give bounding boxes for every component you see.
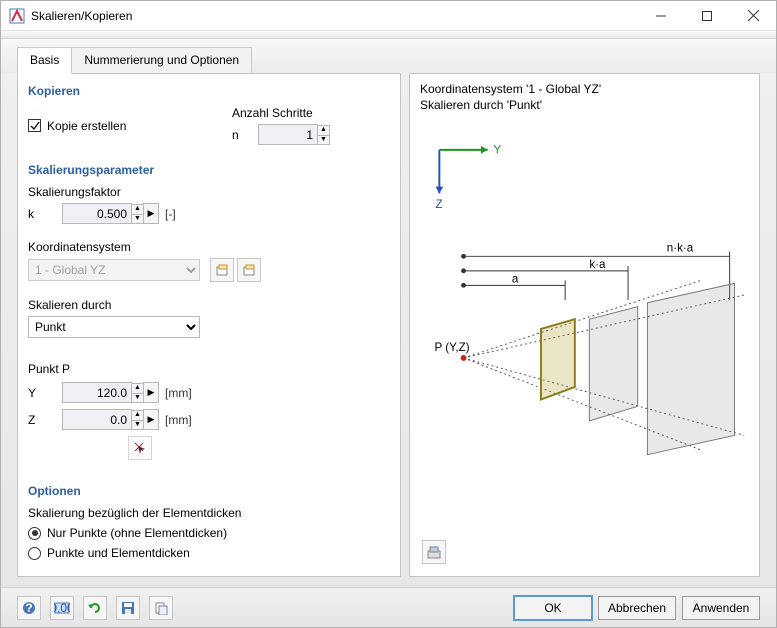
checkbox-label: Kopie erstellen [47,119,126,133]
radio-dot-icon [28,527,41,540]
svg-text:n·k·a: n·k·a [667,242,694,255]
y-unit: [mm] [165,386,192,400]
footer: ? 0,00 OK Abbrechen Anwenden [1,587,776,627]
titlebar: Skalieren/Kopieren [1,1,776,31]
steps-input[interactable] [258,124,318,145]
close-button[interactable] [730,1,776,30]
reset-button[interactable] [83,596,107,620]
toolbar-spacer [1,31,776,39]
svg-text:?: ? [25,601,32,615]
left-panel: Kopieren Kopie erstellen Anzahl Schritte… [17,73,401,577]
units-button[interactable]: 0,00 [50,596,74,620]
svg-text:0,00: 0,00 [54,601,70,615]
z-label: Z [28,413,44,427]
maximize-button[interactable] [684,1,730,30]
options-subtitle: Skalierung bezüglich der Elementdicken [28,506,390,520]
point-z-input[interactable] [62,409,132,430]
z-unit: [mm] [165,413,192,427]
cancel-button[interactable]: Abbrechen [598,596,676,620]
section-scaling: Skalierungsparameter [28,163,390,177]
k-label: k [28,207,44,221]
scale-by-select[interactable]: Punkt [28,316,200,338]
app-icon [9,8,25,24]
pick-point-button[interactable] [128,436,152,460]
svg-text:k·a: k·a [589,258,606,271]
checkmark-icon [28,119,41,132]
scale-factor-input[interactable] [62,203,132,224]
tab-label: Nummerierung und Optionen [84,53,239,67]
preview-panel: Koordinatensystem '1 - Global YZ' Skalie… [409,73,760,577]
coord-new-button[interactable] [210,258,234,282]
svg-text:a: a [512,273,519,286]
ok-button[interactable]: OK [514,596,592,620]
steps-spinner[interactable]: ▲▼ [317,125,330,145]
window-title: Skalieren/Kopieren [31,9,638,23]
svg-text:Y: Y [494,144,502,157]
point-p-label: Punkt P [28,362,390,376]
radio-label: Punkte und Elementdicken [47,546,190,560]
tab-numbering[interactable]: Nummerierung und Optionen [71,47,252,73]
help-button[interactable]: ? [17,596,41,620]
apply-button[interactable]: Anwenden [682,596,760,620]
y-label: Y [28,386,44,400]
preview-settings-button[interactable] [422,540,446,564]
point-z-menu[interactable]: ▶ [143,409,159,430]
radio-points-only[interactable]: Nur Punkte (ohne Elementdicken) [28,526,390,540]
scale-by-label: Skalieren durch [28,298,390,312]
n-label: n [232,128,248,142]
coord-edit-button[interactable] [237,258,261,282]
radio-label: Nur Punkte (ohne Elementdicken) [47,526,227,540]
tab-label: Basis [30,53,59,67]
radio-points-and-thickness[interactable]: Punkte und Elementdicken [28,546,390,560]
steps-label: Anzahl Schritte [232,106,313,120]
preview-diagram: Y Z n·k [420,121,749,566]
preview-line1: Koordinatensystem '1 - Global YZ' [420,82,749,98]
svg-text:Z: Z [435,198,442,211]
svg-text:P (Y,Z): P (Y,Z) [435,341,470,354]
save-default-button[interactable] [116,596,140,620]
scale-factor-menu[interactable]: ▶ [143,203,159,224]
k-unit: [-] [165,207,176,221]
coord-system-select: 1 - Global YZ [28,259,200,281]
section-options: Optionen [28,484,390,498]
create-copy-checkbox[interactable]: Kopie erstellen [28,119,126,133]
minimize-button[interactable] [638,1,684,30]
tab-basis[interactable]: Basis [17,47,72,74]
section-copy: Kopieren [28,84,390,98]
coord-label: Koordinatensystem [28,240,390,254]
radio-circle-icon [28,547,41,560]
clipboard-button[interactable] [149,596,173,620]
preview-line2: Skalieren durch 'Punkt' [420,98,749,114]
tab-strip: Basis Nummerierung und Optionen [1,39,776,73]
point-y-input[interactable] [62,382,132,403]
factor-label: Skalierungsfaktor [28,185,390,199]
point-y-menu[interactable]: ▶ [143,382,159,403]
